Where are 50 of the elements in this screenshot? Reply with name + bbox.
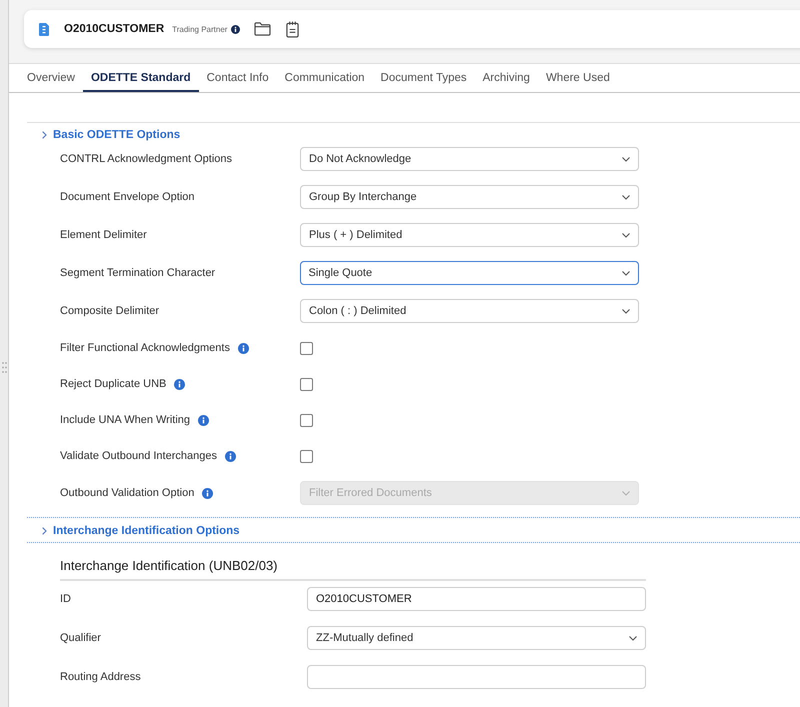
partner-type-label: Trading Partner (172, 24, 228, 34)
chevron-right-icon (42, 526, 47, 534)
tab[interactable]: Where Used (538, 64, 618, 92)
field-label: Outbound Validation Option (60, 487, 194, 499)
checkbox[interactable] (300, 378, 313, 390)
section-toggle[interactable]: Basic ODETTE Options (27, 123, 180, 146)
field-label: Element Delimiter (60, 229, 147, 241)
text-input[interactable]: O2010CUSTOMER (307, 587, 646, 611)
chevron-down-icon (622, 490, 630, 496)
select-field[interactable]: Plus ( + ) Delimited (300, 223, 639, 247)
field-label: Filter Functional Acknowledgments (60, 342, 230, 354)
group-title: Interchange Identification (UNB02/03) (60, 558, 646, 581)
info-icon[interactable] (231, 24, 240, 34)
select-field[interactable]: ZZ-Mutually defined (307, 626, 646, 650)
notepad-icon[interactable] (286, 20, 300, 38)
folder-icon[interactable] (254, 22, 272, 36)
chevron-down-icon (622, 308, 630, 314)
select-field[interactable]: Single Quote (300, 261, 639, 285)
tab[interactable]: Document Types (372, 64, 475, 92)
chevron-down-icon (622, 156, 630, 162)
chevron-down-icon (629, 636, 637, 640)
checkbox[interactable] (300, 342, 313, 354)
tab[interactable]: Communication (276, 64, 373, 92)
chevron-down-icon (622, 194, 630, 200)
field-label: Composite Delimiter (60, 305, 160, 317)
drag-handle-icon[interactable] (2, 362, 6, 373)
chevron-down-icon (622, 232, 630, 238)
tab[interactable]: Archiving (474, 64, 538, 92)
document-icon (39, 22, 49, 36)
select-field[interactable]: Do Not Acknowledge (300, 147, 639, 171)
chevron-down-icon (622, 270, 630, 276)
field-label: ID (60, 593, 71, 605)
text-input[interactable] (307, 665, 646, 689)
select-field[interactable]: Colon ( : ) Delimited (300, 299, 639, 323)
field-label: Reject Duplicate UNB (60, 378, 166, 390)
field-label: Routing Address (60, 671, 141, 683)
field-label: Validate Outbound Interchanges (60, 450, 217, 462)
field-label: Qualifier (60, 632, 101, 644)
field-label: Document Envelope Option (60, 191, 195, 203)
tab[interactable]: Overview (19, 64, 83, 92)
field-label: Segment Termination Character (60, 267, 216, 279)
checkbox[interactable] (300, 414, 313, 426)
select-field[interactable]: Group By Interchange (300, 185, 639, 209)
tab[interactable]: Contact Info (198, 64, 277, 92)
partner-title: O2010CUSTOMER (64, 23, 164, 35)
field-label: Include UNA When Writing (60, 414, 190, 426)
section-toggle[interactable]: Interchange Identification Options (27, 517, 800, 543)
checkbox[interactable] (300, 450, 313, 462)
field-label: CONTRL Acknowledgment Options (60, 153, 232, 165)
chevron-right-icon (42, 130, 47, 138)
